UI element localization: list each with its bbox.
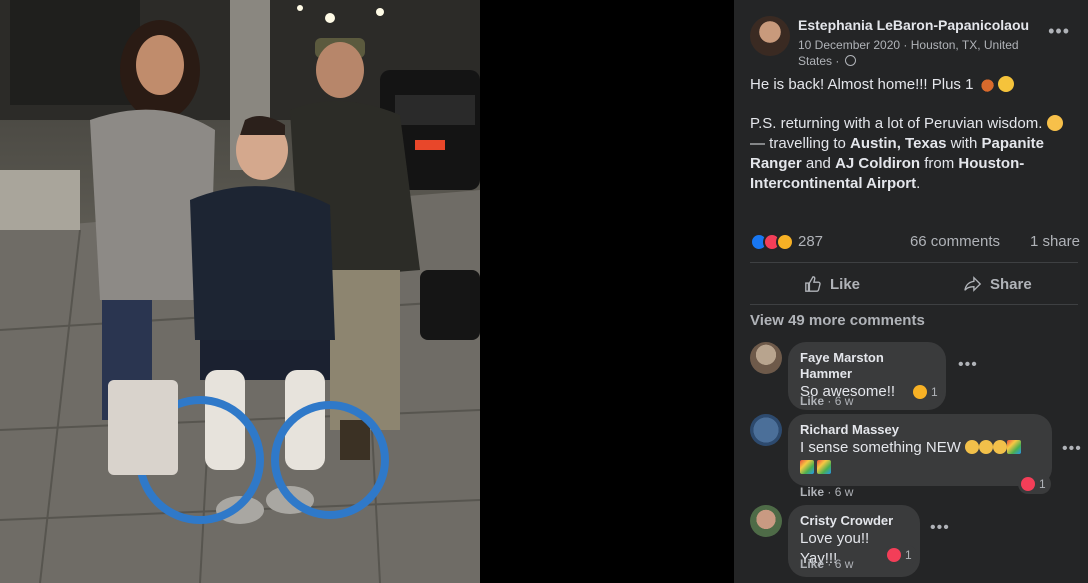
comment-like-link[interactable]: Like — [800, 557, 824, 571]
globe-icon — [844, 55, 856, 66]
post-line-1: He is back! Almost home!!! Plus 1 — [750, 75, 1080, 95]
commenter-name[interactable]: Faye Marston Hammer — [800, 350, 934, 382]
like-thumb-icon — [805, 276, 821, 292]
post-meta: 10 December 2020 · Houston, TX, United S… — [798, 37, 1038, 69]
commenter-name[interactable]: Richard Massey — [800, 422, 1040, 438]
comment-time[interactable]: 6 w — [835, 557, 854, 571]
post-line-2-text: P.S. returning with a lot of Peruvian wi… — [750, 115, 1043, 132]
comment-reaction-count: 1 — [905, 548, 912, 562]
facebook-photo-viewer: Estephania LeBaron-Papanicolaou 10 Decem… — [0, 0, 1088, 583]
commenter-avatar[interactable] — [750, 342, 782, 374]
rainbow-emoji-icon — [817, 460, 831, 474]
care-reaction-icon — [913, 385, 927, 399]
comment-meta: Like · 6 w — [800, 394, 854, 408]
bird-emoji-icon — [977, 76, 994, 92]
comment-meta: Like · 6 w — [800, 557, 854, 571]
post-photo[interactable] — [0, 0, 480, 583]
commenter-name[interactable]: Cristy Crowder — [800, 513, 908, 529]
author-avatar[interactable] — [750, 16, 790, 56]
rainbow-emoji-icon — [1007, 440, 1022, 454]
comment-meta: Like · 6 w — [800, 485, 854, 499]
comment-time[interactable]: 6 w — [835, 394, 854, 408]
and-text: and — [801, 155, 836, 172]
praying-hands-emoji-icon — [965, 440, 980, 454]
praying-hands-emoji-icon — [979, 440, 994, 454]
rainbow-emoji-icon — [800, 460, 814, 474]
divider-top — [750, 262, 1078, 263]
post-date-location[interactable]: 10 December 2020 · Houston, TX, United — [798, 38, 1019, 52]
reactions-bar: 287 66 comments 1 share — [750, 232, 1080, 252]
tagged-person-2[interactable]: AJ Coldiron — [835, 155, 920, 172]
comment-reaction-count: 1 — [1039, 477, 1046, 491]
comment-bubble: Richard Massey I sense something NEW — [788, 414, 1052, 486]
post-line-1-text: He is back! Almost home!!! Plus 1 — [750, 76, 974, 93]
period-text: . — [916, 175, 921, 192]
shares-count[interactable]: 1 share — [1030, 233, 1080, 250]
comment-item: Cristy Crowder Love you!! Yay!!! ••• 1 L… — [750, 505, 1080, 577]
post-line-2: P.S. returning with a lot of Peruvian wi… — [750, 114, 1080, 134]
comment-text-line: I sense something NEW — [800, 439, 961, 456]
post-body: He is back! Almost home!!! Plus 1 P.S. r… — [750, 75, 1080, 213]
post-details-panel: Estephania LeBaron-Papanicolaou 10 Decem… — [734, 0, 1088, 583]
comment-item: Richard Massey I sense something NEW •••… — [750, 414, 1082, 502]
share-button[interactable]: Share — [964, 268, 1032, 300]
smiling-hearts-emoji-icon — [1046, 115, 1063, 131]
comment-more-icon[interactable]: ••• — [1062, 440, 1082, 458]
heart-eyes-cat-emoji-icon — [997, 76, 1014, 92]
care-reaction-icon — [776, 233, 794, 251]
comment-time[interactable]: 6 w — [835, 485, 854, 499]
comment-like-link[interactable]: Like — [800, 394, 824, 408]
commenter-avatar[interactable] — [750, 414, 782, 446]
divider-bottom — [750, 304, 1078, 305]
comment-more-icon[interactable]: ••• — [930, 519, 950, 537]
from-text: from — [920, 155, 959, 172]
author-name[interactable]: Estephania LeBaron-Papanicolaou — [798, 17, 1038, 33]
post-travel-line: — travelling to Austin, Texas with Papan… — [750, 134, 1080, 194]
comment-reaction-badge[interactable]: 1 — [1018, 474, 1051, 494]
with-text: with — [946, 135, 982, 152]
comment-reaction-badge[interactable]: 1 — [884, 545, 917, 565]
like-button-label: Like — [830, 275, 861, 293]
comment-like-link[interactable]: Like — [800, 485, 824, 499]
share-button-label: Share — [990, 275, 1032, 293]
comment-reaction-badge[interactable]: 1 — [910, 382, 943, 402]
comments-count[interactable]: 66 comments — [910, 233, 1000, 250]
more-options-icon[interactable]: ••• — [1048, 22, 1070, 40]
comment-reaction-count: 1 — [931, 385, 938, 399]
photo-illustration — [0, 0, 480, 583]
reaction-count[interactable]: 287 — [798, 233, 823, 250]
commenter-avatar[interactable] — [750, 505, 782, 537]
comment-item: Faye Marston Hammer So awesome!! ••• 1 L… — [750, 342, 1080, 412]
like-button[interactable]: Like — [804, 268, 860, 300]
post-meta-cont: States · — [798, 54, 840, 68]
comment-more-icon[interactable]: ••• — [958, 356, 978, 374]
love-reaction-icon — [887, 548, 901, 562]
share-arrow-icon — [964, 276, 982, 292]
praying-hands-emoji-icon — [993, 440, 1008, 454]
travel-prefix: — travelling to — [750, 135, 851, 152]
travel-destination-link[interactable]: Austin, Texas — [850, 135, 946, 152]
comment-text: I sense something NEW — [800, 438, 1040, 478]
view-more-comments-link[interactable]: View 49 more comments — [750, 312, 925, 329]
love-reaction-icon — [1021, 477, 1035, 491]
